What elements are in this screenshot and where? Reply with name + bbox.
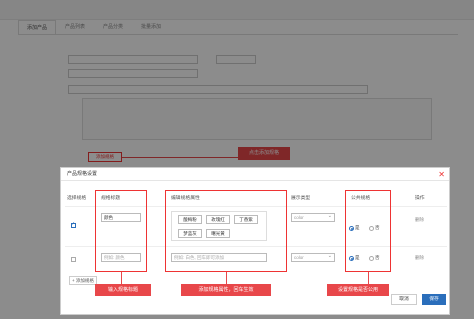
form-row-name bbox=[18, 84, 368, 94]
header-display-type: 展示类型 bbox=[291, 196, 311, 201]
save-button[interactable]: 保存 bbox=[422, 294, 446, 305]
close-icon[interactable]: ✕ bbox=[438, 168, 445, 181]
tab-product-category[interactable]: 产品分类 bbox=[94, 20, 132, 34]
annotation-line bbox=[226, 272, 227, 284]
callout-line bbox=[122, 157, 238, 158]
product-name-input[interactable] bbox=[68, 84, 368, 94]
display-type-value: color bbox=[294, 255, 304, 260]
brand-select[interactable] bbox=[68, 68, 198, 78]
spec-settings-dialog: 产品规格设置 ✕ 选择规格 规格标题 编辑规格属性 展示类型 公共规格 操作 颜… bbox=[60, 167, 450, 315]
callout-add-spec: 点击添加规格 bbox=[238, 147, 290, 160]
dialog-title: 产品规格设置 bbox=[67, 171, 98, 177]
row-checkbox[interactable] bbox=[71, 257, 76, 262]
highlight-public-spec bbox=[345, 190, 391, 272]
row-checkbox[interactable] bbox=[71, 221, 76, 228]
annotation-add-attr: 添加规格属性，回车生效 bbox=[181, 284, 271, 296]
tab-batch-add[interactable]: 批量添加 bbox=[132, 20, 170, 34]
display-type-value: color bbox=[294, 215, 304, 220]
annotation-input-title: 输入规格标题 bbox=[95, 284, 151, 296]
delete-link[interactable]: 删除 bbox=[415, 255, 424, 261]
add-spec-button[interactable]: 添加规格 bbox=[88, 152, 122, 162]
tab-divider bbox=[18, 34, 458, 35]
highlight-edit-attr bbox=[165, 190, 287, 272]
top-bar bbox=[0, 0, 474, 20]
header-action: 操作 bbox=[415, 196, 425, 201]
annotation-set-public: 设置规格是否公用 bbox=[327, 284, 389, 296]
display-type-select[interactable]: color ⌄ bbox=[291, 213, 335, 222]
annotation-line bbox=[121, 272, 122, 284]
tab-add-product[interactable]: 添加产品 bbox=[18, 20, 56, 34]
annotation-line bbox=[368, 272, 369, 284]
highlight-spec-title bbox=[95, 190, 147, 272]
form-row-category bbox=[18, 54, 256, 64]
header-select: 选择规格 bbox=[67, 196, 87, 201]
delete-link[interactable]: 删除 bbox=[415, 217, 424, 223]
tab-product-list[interactable]: 产品列表 bbox=[56, 20, 94, 34]
add-spec-link[interactable]: + 添加规格 bbox=[69, 276, 97, 285]
cancel-button[interactable]: 取消 bbox=[391, 294, 417, 305]
spec-table bbox=[82, 98, 432, 140]
chevron-down-icon: ⌄ bbox=[327, 253, 332, 259]
category-select[interactable] bbox=[68, 54, 198, 64]
category-extra-button[interactable] bbox=[216, 54, 256, 64]
display-type-select[interactable]: color ⌄ bbox=[291, 253, 335, 262]
form-row-brand bbox=[18, 68, 198, 78]
tab-bar: 添加产品 产品列表 产品分类 批量添加 bbox=[18, 20, 170, 34]
dialog-header: 产品规格设置 ✕ bbox=[61, 168, 449, 181]
chevron-down-icon: ⌄ bbox=[327, 213, 332, 219]
